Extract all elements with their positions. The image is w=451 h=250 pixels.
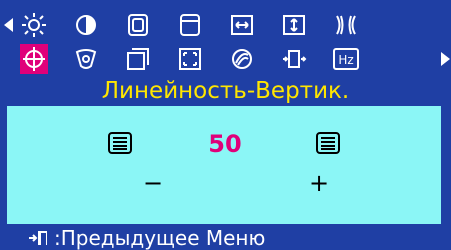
v-position-icon[interactable] [176, 12, 204, 38]
frequency-label: Hz [338, 53, 353, 67]
plus-label[interactable]: + [309, 170, 329, 196]
h-linearity-icon[interactable] [124, 46, 152, 72]
pincushion-icon[interactable] [332, 12, 360, 38]
footer: :Предыдущее Меню [0, 226, 451, 250]
v-linearity-icon[interactable] [20, 44, 48, 74]
icon-row-bottom: Hz [0, 44, 451, 74]
adjustment-panel: 50 − + [7, 106, 441, 224]
minus-label[interactable]: − [143, 170, 163, 196]
contrast-icon[interactable] [72, 12, 100, 38]
decrease-icon[interactable] [107, 132, 133, 154]
increase-icon[interactable] [315, 132, 341, 154]
v-size-icon[interactable] [280, 12, 308, 38]
value-display: 50 [208, 130, 242, 158]
arrow-right-icon[interactable] [441, 52, 450, 66]
arrow-left-icon[interactable] [4, 18, 13, 32]
menu-title: Линейность-Вертик. [101, 78, 350, 104]
input-icon[interactable] [280, 46, 308, 72]
h-size-icon[interactable] [228, 12, 256, 38]
exit-icon[interactable] [28, 229, 50, 247]
zoom-icon[interactable] [176, 46, 204, 72]
brightness-icon[interactable] [20, 12, 48, 38]
icon-row-top [0, 10, 451, 40]
trapezoid-icon[interactable] [72, 46, 100, 72]
osd-menu: Hz Линейность-Вертик. 50 − + :Предыдущее… [0, 0, 451, 250]
degauss-icon[interactable] [228, 46, 256, 72]
h-position-icon[interactable] [124, 12, 152, 38]
frequency-icon[interactable]: Hz [332, 46, 360, 72]
previous-menu-label: :Предыдущее Меню [54, 226, 266, 250]
